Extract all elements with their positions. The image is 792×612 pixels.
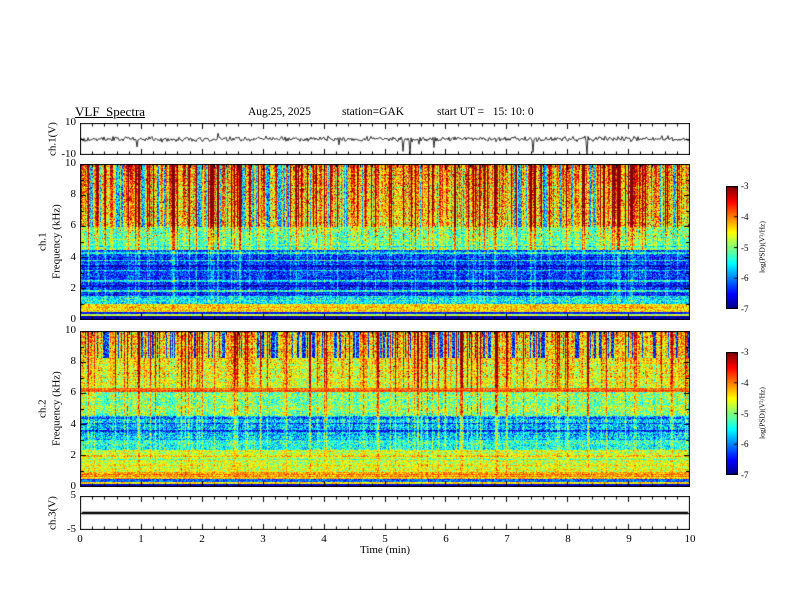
y-tick-label: 10 xyxy=(65,157,76,169)
y-tick-label: 8 xyxy=(70,188,77,201)
y-tick-label: 10 xyxy=(65,116,76,128)
header-date: Aug.25, 2025 xyxy=(248,106,311,118)
y-tick-label: 2 xyxy=(70,281,77,294)
colorbar-tick-label: -7 xyxy=(741,304,749,314)
ylabel-ch2-channel: ch.2 xyxy=(36,399,49,419)
x-tick-label: 7 xyxy=(504,533,510,545)
panel-ch2-spectrogram xyxy=(80,331,690,487)
x-tick-label: 9 xyxy=(626,533,632,545)
colorbar-tick-label: -3 xyxy=(741,181,749,191)
y-tick-label: 6 xyxy=(70,219,77,232)
y-tick-label: 6 xyxy=(70,386,77,399)
x-tick-label: 4 xyxy=(321,533,327,545)
header-station: station=GAK xyxy=(342,106,405,118)
colorbar-1-label: log(PSD)(V²/Hz) xyxy=(757,221,767,274)
colorbar-2 xyxy=(726,352,738,475)
x-tick-label: 2 xyxy=(199,533,205,545)
colorbar-1-canvas xyxy=(726,186,738,309)
x-tick-label: 10 xyxy=(684,533,696,545)
colorbar-2-canvas xyxy=(726,352,738,475)
colorbar-tick-label: -4 xyxy=(741,211,749,222)
y-tick-label: 4 xyxy=(70,417,77,430)
panel-ch1-spectrogram xyxy=(80,164,690,320)
ch2-spectrogram-canvas xyxy=(80,331,690,487)
vlf-spectra-figure: VLF Spectra Aug.25, 2025 station=GAK sta… xyxy=(0,0,792,612)
y-tick-label: 10 xyxy=(65,324,76,336)
x-tick-label: 0 xyxy=(77,533,83,545)
panel-ch1-waveform xyxy=(80,123,690,155)
colorbar-tick-label: -3 xyxy=(741,347,749,357)
colorbar-2-label: log(PSD)(V²/Hz) xyxy=(757,387,767,440)
y-tick-label: 8 xyxy=(70,355,77,368)
y-tick-label: 5 xyxy=(70,489,77,501)
colorbar-tick-label: -5 xyxy=(741,408,749,419)
colorbar-tick-label: -4 xyxy=(741,377,749,388)
panel-ch3-waveform xyxy=(80,496,690,530)
x-tick-label: 8 xyxy=(565,533,571,545)
colorbar-tick-label: -5 xyxy=(741,242,749,253)
y-tick-label: 2 xyxy=(70,448,77,461)
xaxis-title: Time (min) xyxy=(359,544,410,556)
ch1-waveform-canvas xyxy=(80,123,690,155)
x-tick-label: 6 xyxy=(443,533,449,545)
figure-title: VLF Spectra xyxy=(75,104,146,119)
header-start-ut: start UT = 15: 10: 0 xyxy=(437,106,534,118)
ylabel-ch1-channel: ch.1 xyxy=(36,232,49,252)
colorbar-tick-label: -6 xyxy=(741,273,749,284)
ch3-waveform-canvas xyxy=(80,496,690,530)
colorbar-tick-label: -6 xyxy=(741,439,749,450)
x-tick-label: 1 xyxy=(138,533,144,545)
x-tick-label: 5 xyxy=(382,533,388,545)
colorbar-tick-label: -7 xyxy=(741,470,749,480)
y-tick-label: 4 xyxy=(70,250,77,263)
ch1-spectrogram-canvas xyxy=(80,164,690,320)
x-tick-label: 3 xyxy=(260,533,266,545)
colorbar-1 xyxy=(726,186,738,309)
